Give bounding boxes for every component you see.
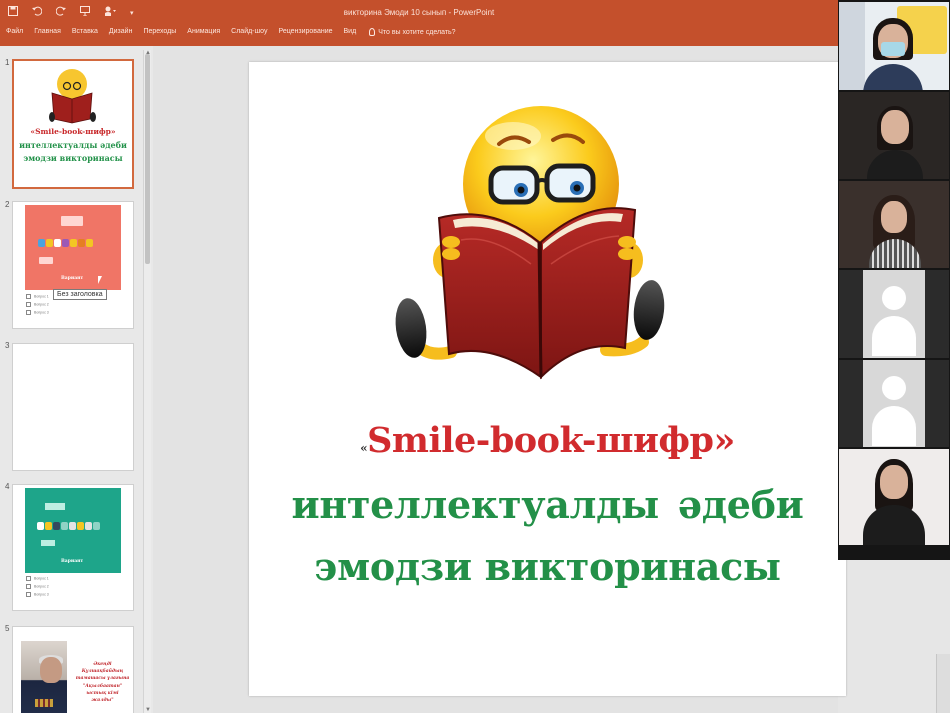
mouse-cursor-icon xyxy=(97,275,102,284)
slide5-quote: Әкеңді Құлшақбайдың тамашасы ұлағына "Ақ… xyxy=(75,662,130,704)
participant-face xyxy=(881,110,909,144)
emoji-row xyxy=(38,239,93,249)
participant-4[interactable] xyxy=(839,270,949,358)
slide4-pill xyxy=(45,503,65,510)
side-control-bar[interactable] xyxy=(936,654,950,713)
slide-title-main: Smile-book-шифр xyxy=(367,420,714,461)
tab-home[interactable]: Главная xyxy=(34,28,61,36)
option-line: Вопрос 3 xyxy=(26,592,49,597)
tab-insert[interactable]: Вставка xyxy=(72,28,98,36)
tab-transitions[interactable]: Переходы xyxy=(143,28,176,36)
participant-shirt xyxy=(863,505,925,545)
slide-number: 3 xyxy=(5,341,10,350)
tab-design[interactable]: Дизайн xyxy=(109,28,133,36)
participant-shirt xyxy=(867,150,923,179)
participant-1[interactable] xyxy=(839,2,949,90)
quote-close: » xyxy=(713,420,735,461)
thumb-title-line2b: эмодзи викторинасы xyxy=(23,153,123,163)
lightbulb-icon xyxy=(369,28,376,36)
avatar-placeholder-icon xyxy=(839,360,949,447)
slide-thumb-5[interactable]: Әкеңді Құлшақбайдың тамашасы ұлағына "Ақ… xyxy=(12,626,134,713)
slide-number: 5 xyxy=(5,624,10,633)
scrollbar-thumb[interactable] xyxy=(145,54,150,264)
participant-face xyxy=(880,465,908,499)
tab-slideshow[interactable]: Слайд-шоу xyxy=(231,28,267,36)
slide2-banner: Вариант xyxy=(25,205,121,290)
participant-3[interactable] xyxy=(839,181,949,268)
tab-review[interactable]: Рецензирование xyxy=(278,28,332,36)
emoji-row xyxy=(37,522,100,532)
thumbnail-scrollbar[interactable]: ▲ ▼ xyxy=(143,50,151,713)
participant-shirt xyxy=(863,64,923,90)
slide4-banner: Вариант xyxy=(25,488,121,573)
slide2-pill-small xyxy=(39,257,53,264)
slide-thumb-1[interactable]: «Smile-book-шифр» интеллектуалды әдеби э… xyxy=(12,59,134,189)
avatar-placeholder-icon xyxy=(839,270,949,358)
background-wall xyxy=(839,2,865,90)
slide2-pill xyxy=(61,216,83,226)
participant-6[interactable] xyxy=(839,449,949,545)
tab-view[interactable]: Вид xyxy=(344,28,357,36)
video-call-strip xyxy=(838,0,950,560)
slide-number: 2 xyxy=(5,200,10,209)
option-line: Вопрос 1 xyxy=(26,294,49,299)
reading-emoji-icon xyxy=(49,69,96,124)
reading-emoji-illustration xyxy=(395,106,665,380)
option-line: Вопрос 2 xyxy=(26,302,49,307)
tell-me-text: Что вы хотите сделать? xyxy=(378,28,456,36)
slide-thumb-4[interactable]: Вариант Вопрос 1 Вопрос 2 Вопрос 3 xyxy=(12,484,134,611)
portrait-face xyxy=(40,657,62,683)
participant-2[interactable] xyxy=(839,92,949,179)
main-slide[interactable]: «Smile-book-шифр» интеллектуалды әдеби э… xyxy=(249,62,846,696)
slide-title-line2: интеллектуалды әдеби xyxy=(291,482,804,527)
option-line: Вопрос 3 xyxy=(26,310,49,315)
document-title: викторина Эмоди 10 сынып - PowerPoint xyxy=(343,8,495,17)
tab-animations[interactable]: Анимация xyxy=(187,28,220,36)
slide4-label: Вариант xyxy=(61,559,84,564)
participant-5[interactable] xyxy=(839,360,949,447)
tab-file[interactable]: Файл xyxy=(6,28,23,36)
thumb-title-line2a: интеллектуалды әдеби xyxy=(19,140,127,150)
slide-thumb-2[interactable]: Вариант Вопрос 1 Вопрос 2 Вопрос 3 xyxy=(12,201,134,329)
thumb-title-line1: «Smile-book-шифр» xyxy=(30,127,116,136)
title-bar: ▾ викторина Эмоди 10 сынып - PowerPoint … xyxy=(0,0,838,46)
ribbon-tabs: Файл Главная Вставка Дизайн Переходы Ани… xyxy=(6,28,456,36)
option-line: Вопрос 2 xyxy=(26,584,49,589)
portrait-medals xyxy=(35,699,53,707)
powerpoint-window: ▾ викторина Эмоди 10 сынып - PowerPoint … xyxy=(0,0,950,713)
slide-number: 1 xyxy=(5,58,10,67)
thumb-title-line2: интеллектуалды әдеби эмодзи викторинасы xyxy=(14,139,132,165)
option-line: Вопрос 1 xyxy=(26,576,49,581)
face-mask xyxy=(881,42,905,56)
portrait-photo xyxy=(21,641,67,713)
slide-number: 4 xyxy=(5,482,10,491)
slide-title-line3: эмодзи викторинасы xyxy=(314,544,781,589)
slide-thumbnail-pane: 1 «Smile-book-шифр» интеллектуалды әдеби… xyxy=(0,46,153,713)
tell-me-box[interactable]: Что вы хотите сделать? xyxy=(369,28,456,36)
participant-face xyxy=(881,201,907,233)
slide-title-line1: «Smile-book-шифр» xyxy=(249,420,846,461)
scroll-down-icon[interactable]: ▼ xyxy=(144,707,152,713)
slide4-pill-small xyxy=(41,540,55,546)
tooltip: Без заголовка xyxy=(53,289,107,300)
slide2-label: Вариант xyxy=(61,276,84,281)
slide-thumb-3[interactable] xyxy=(12,343,134,471)
